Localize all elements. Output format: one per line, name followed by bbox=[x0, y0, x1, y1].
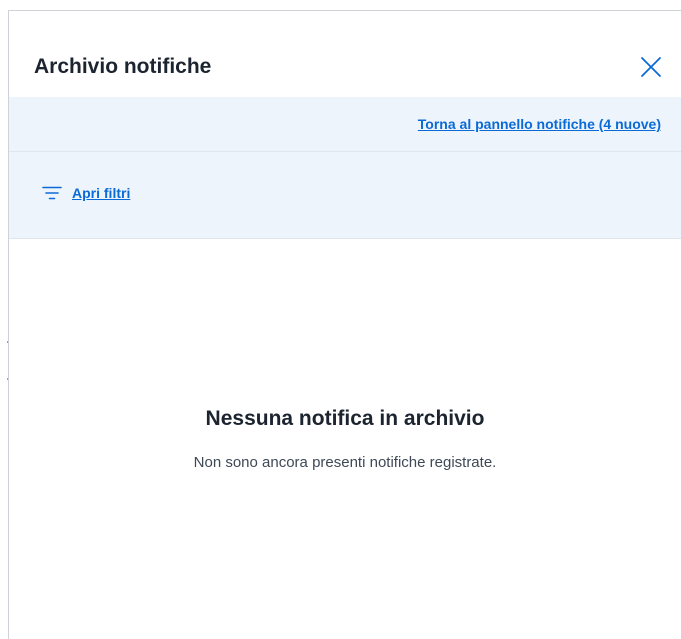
open-filters-button[interactable]: Apri filtri bbox=[42, 185, 130, 201]
filter-icon bbox=[42, 186, 62, 200]
open-filters-label: Apri filtri bbox=[72, 185, 131, 201]
panel-header: Archivio notifiche bbox=[9, 11, 681, 97]
back-to-panel-bar: Torna al pannello notifiche (4 nuove) bbox=[9, 97, 681, 152]
empty-state-description: Non sono ancora presenti notifiche regis… bbox=[193, 454, 497, 471]
close-icon bbox=[641, 57, 661, 77]
back-to-panel-link[interactable]: Torna al pannello notifiche (4 nuove) bbox=[418, 116, 661, 132]
close-button[interactable] bbox=[639, 55, 663, 79]
empty-state-title: Nessuna notifica in archivio bbox=[205, 407, 485, 430]
filter-bar: Apri filtri bbox=[9, 152, 681, 239]
notification-archive-panel: Archivio notifiche Torna al pannello not… bbox=[8, 10, 681, 639]
panel-title: Archivio notifiche bbox=[34, 55, 212, 78]
empty-state: Nessuna notifica in archivio Non sono an… bbox=[9, 407, 681, 471]
